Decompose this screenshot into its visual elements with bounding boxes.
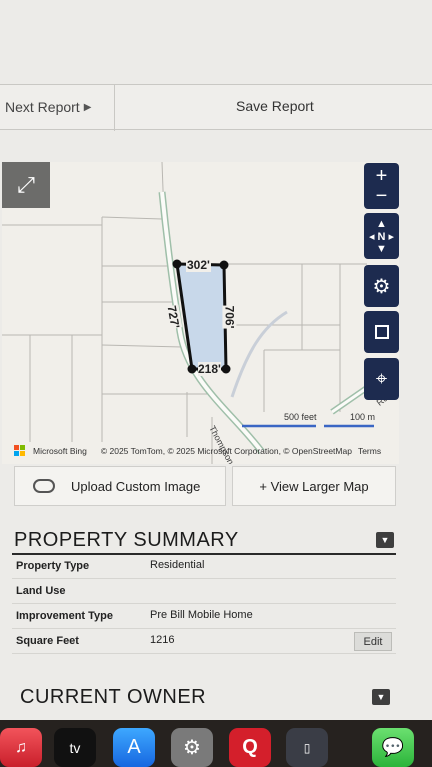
dimension-right: 706': [222, 305, 237, 329]
row-label: Square Feet: [16, 635, 79, 647]
save-report-button[interactable]: Save Report: [236, 98, 314, 114]
terms-link[interactable]: Terms: [358, 446, 381, 456]
dimension-top: 302': [186, 258, 211, 272]
chevron-down-icon: ▼: [376, 242, 387, 255]
view-larger-map-button[interactable]: + View Larger Map: [232, 466, 396, 506]
cloud-upload-icon: [33, 479, 55, 493]
summary-row: Improvement Type Pre Bill Mobile Home: [12, 604, 396, 629]
row-label: Property Type: [16, 560, 90, 572]
report-toolbar: Next Report ▶ Save Report: [0, 84, 432, 131]
compass-button[interactable]: ▲ ◂ N ▸ ▼: [364, 213, 399, 259]
chevron-down-icon: ▼: [380, 535, 390, 545]
row-value: 1216: [150, 634, 175, 646]
copyright-text: © 2025 TomTom, © 2025 Microsoft Corporat…: [100, 445, 352, 456]
select-area-button[interactable]: [364, 311, 399, 353]
browser-page: Next Report ▶ Save Report 302' 706' 727'…: [0, 0, 432, 720]
q-app-icon[interactable]: Q: [229, 728, 271, 767]
scale-label-meters: 100 m: [350, 412, 376, 422]
edit-square-feet-button[interactable]: Edit: [354, 632, 392, 651]
messages-app-icon[interactable]: 💬: [372, 728, 414, 767]
expand-icon: ⤢: [17, 172, 35, 197]
tv-label: tv: [69, 739, 81, 756]
map-canvas: [2, 162, 399, 464]
map-settings-button[interactable]: ⚙: [364, 265, 399, 307]
parcel-map[interactable]: 302' 706' 727' 218' Thompson Ln Rus 500 …: [2, 162, 399, 464]
caret-right-icon: ▶: [83, 101, 92, 113]
microsoft-logo-icon: [14, 445, 25, 456]
dimension-bottom: 218': [198, 362, 221, 376]
crosshair-icon: ⌖: [375, 367, 388, 390]
property-summary-title: PROPERTY SUMMARY: [14, 529, 239, 551]
zoom-control[interactable]: + −: [364, 163, 399, 209]
summary-row: Property Type Residential: [12, 554, 396, 579]
toolbar-divider: [114, 85, 115, 131]
music-app-icon[interactable]: ♫: [0, 728, 42, 767]
compass-icon: ◂ N ▸: [368, 230, 395, 243]
row-label: Improvement Type: [16, 610, 113, 622]
current-owner-toggle[interactable]: ▼: [372, 689, 390, 705]
gear-icon: ⚙: [372, 275, 391, 298]
upload-label: Upload Custom Image: [71, 478, 201, 494]
map-attribution: Microsoft Bing © 2025 TomTom, © 2025 Mic…: [14, 445, 381, 456]
plus-icon[interactable]: +: [376, 166, 388, 186]
iphone-mirroring-icon[interactable]: ▯: [286, 728, 328, 767]
summary-row: Square Feet 1216 Edit: [12, 629, 396, 654]
summary-row: Land Use: [12, 579, 396, 604]
next-report-link[interactable]: Next Report ▶: [5, 99, 91, 115]
app-store-icon[interactable]: A: [113, 728, 155, 767]
expand-map-button[interactable]: ⤢: [2, 162, 50, 208]
row-label: Land Use: [16, 585, 66, 597]
settings-app-icon[interactable]: ⚙: [171, 728, 213, 767]
locate-button[interactable]: ⌖: [364, 358, 399, 400]
current-owner-title: CURRENT OWNER: [20, 686, 207, 708]
next-report-label: Next Report: [5, 99, 80, 115]
upload-custom-image-button[interactable]: Upload Custom Image: [14, 466, 226, 506]
scale-label-feet: 500 feet: [284, 412, 317, 422]
row-value: Residential: [150, 559, 205, 571]
tv-app-icon[interactable]: tv: [54, 728, 96, 767]
bing-label: Microsoft Bing: [33, 445, 87, 456]
chevron-up-icon: ▲: [376, 217, 387, 230]
chevron-down-icon: ▼: [376, 692, 386, 702]
row-value: Pre Bill Mobile Home: [150, 609, 253, 621]
property-summary-toggle[interactable]: ▼: [376, 532, 394, 548]
square-select-icon: [374, 325, 389, 339]
minus-icon[interactable]: −: [376, 186, 388, 206]
